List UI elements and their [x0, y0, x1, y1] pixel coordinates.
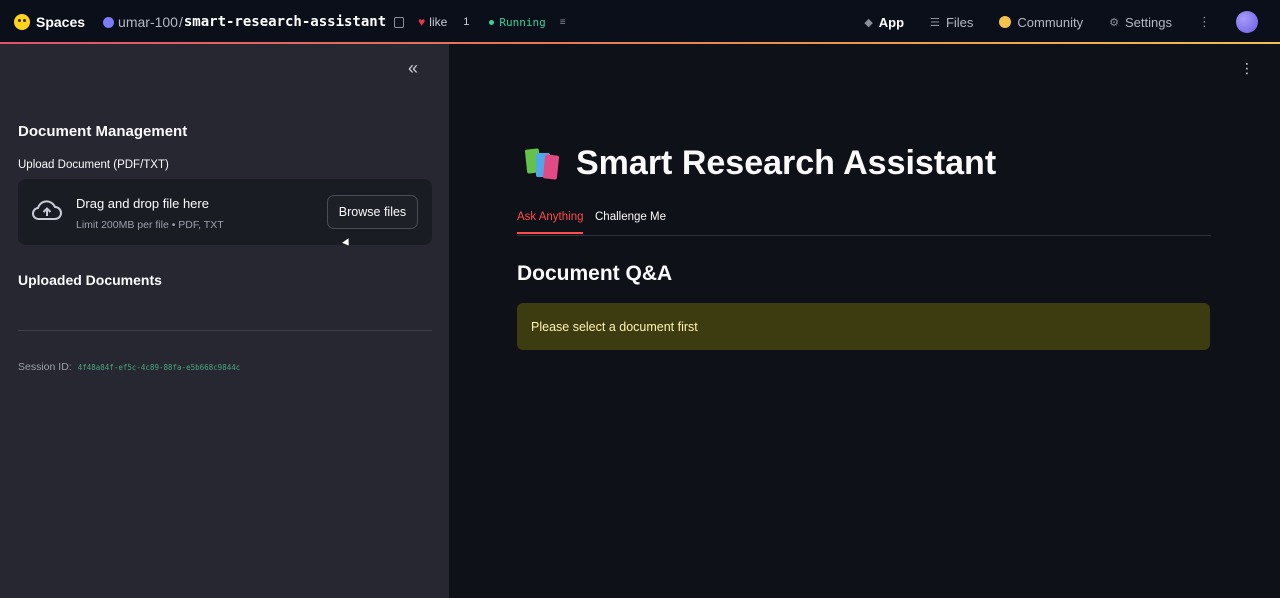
- nav-community[interactable]: Community: [999, 15, 1083, 30]
- nav-files[interactable]: ☰ Files: [930, 15, 973, 30]
- document-management-heading: Document Management: [18, 123, 188, 140]
- browse-files-button[interactable]: Browse files: [327, 195, 418, 229]
- owner-avatar-icon: [103, 16, 115, 28]
- nav-settings-label: Settings: [1125, 14, 1172, 30]
- repo-name-link[interactable]: smart-research-assistant: [184, 14, 386, 30]
- collapse-sidebar-icon[interactable]: «: [408, 58, 418, 79]
- hugging-face-logo-icon: [14, 14, 30, 30]
- top-bar: Spaces umar-100 / smart-research-assista…: [0, 0, 1280, 44]
- session-info: Session ID: 4f48a84f-ef5c-4c89-88fa-e5b6…: [18, 361, 240, 373]
- section-title: Document Q&A: [517, 262, 673, 285]
- copy-icon[interactable]: [394, 16, 405, 28]
- alert-text: Please select a document first: [531, 319, 698, 334]
- status-label: Running: [499, 15, 546, 29]
- files-icon: ☰: [930, 16, 940, 29]
- page-title: Smart Research Assistant: [576, 144, 997, 182]
- tab-bar: Ask Anything Challenge Me: [517, 208, 1211, 236]
- community-icon: [999, 16, 1012, 28]
- cloud-upload-icon: [32, 200, 62, 220]
- tab-ask-anything[interactable]: Ask Anything: [517, 211, 584, 234]
- page-title-row: Smart Research Assistant: [522, 144, 996, 183]
- spaces-brand[interactable]: Spaces: [14, 14, 85, 30]
- repo-separator: /: [178, 14, 183, 30]
- repo-owner-link[interactable]: umar-100: [118, 14, 178, 30]
- upload-label: Upload Document (PDF/TXT): [18, 159, 169, 171]
- like-button[interactable]: ♥ like 1: [418, 15, 469, 29]
- main-menu-icon[interactable]: ⋮: [1240, 60, 1254, 77]
- nav-app-label: App: [878, 14, 905, 30]
- nav-app[interactable]: ◆ App: [864, 15, 904, 30]
- like-label: like: [429, 15, 448, 29]
- repo-breadcrumb: umar-100 / smart-research-assistant: [103, 14, 405, 30]
- dropzone-limit: Limit 200MB per file • PDF, TXT: [76, 219, 224, 231]
- status-dot-icon: [489, 19, 495, 25]
- sort-icon[interactable]: ≡: [560, 17, 566, 28]
- warning-alert: Please select a document first: [517, 303, 1210, 350]
- top-nav: ◆ App ☰ Files Community ⚙ Settings ⋮: [864, 0, 1280, 44]
- like-count: 1: [463, 16, 470, 28]
- brand-label: Spaces: [36, 14, 86, 30]
- nav-files-label: Files: [945, 14, 974, 30]
- nav-community-label: Community: [1017, 14, 1084, 30]
- books-icon: [522, 145, 562, 183]
- gear-icon: ⚙: [1109, 16, 1120, 29]
- status-badge: Running: [489, 15, 546, 29]
- nav-settings[interactable]: ⚙ Settings: [1109, 15, 1172, 30]
- heart-icon: ♥: [418, 15, 426, 29]
- more-options-icon[interactable]: ⋮: [1198, 14, 1211, 30]
- cube-icon: ◆: [864, 16, 873, 29]
- uploaded-documents-heading: Uploaded Documents: [18, 272, 162, 288]
- main-content: ⋮ Smart Research Assistant Ask Anything …: [449, 44, 1280, 598]
- user-avatar[interactable]: [1236, 11, 1258, 33]
- session-label: Session ID:: [18, 361, 72, 373]
- session-id-value: 4f48a84f-ef5c-4c89-88fa-e5b668c9844c: [77, 362, 241, 372]
- file-dropzone[interactable]: Drag and drop file here Limit 200MB per …: [18, 179, 432, 245]
- tab-challenge-me[interactable]: Challenge Me: [595, 211, 666, 232]
- sidebar-divider: [18, 330, 432, 331]
- dropzone-title: Drag and drop file here: [76, 196, 209, 211]
- sidebar: « Document Management Upload Document (P…: [0, 44, 449, 598]
